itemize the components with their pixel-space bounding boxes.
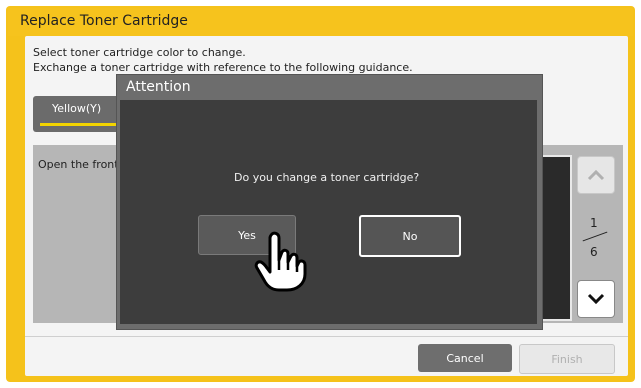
no-button[interactable]: No (359, 215, 461, 257)
dialog-title: Attention (126, 79, 191, 95)
chevron-down-icon (587, 293, 605, 305)
page-indicator: 1 6 (580, 210, 608, 262)
page-slash (582, 231, 608, 242)
page-current: 1 (590, 216, 598, 230)
finish-button[interactable]: Finish (519, 344, 615, 374)
instruction-line-2: Exchange a toner cartridge with referenc… (33, 61, 413, 74)
tab-yellow-indicator (40, 123, 116, 126)
page-total: 6 (590, 245, 598, 259)
cancel-button[interactable]: Cancel (418, 344, 512, 372)
dialog-message: Do you change a toner cartridge? (234, 171, 420, 184)
dialog-body (120, 100, 537, 324)
tab-yellow-label: Yellow(Y) (52, 102, 102, 115)
window-title: Replace Toner Cartridge (20, 13, 188, 29)
instruction-line-1: Select toner cartridge color to change. (33, 46, 246, 59)
scroll-up-button[interactable] (577, 156, 615, 194)
scroll-down-button[interactable] (577, 280, 615, 318)
footer-divider (25, 336, 628, 337)
chevron-up-icon (587, 169, 605, 181)
pointing-hand-icon (254, 231, 307, 292)
